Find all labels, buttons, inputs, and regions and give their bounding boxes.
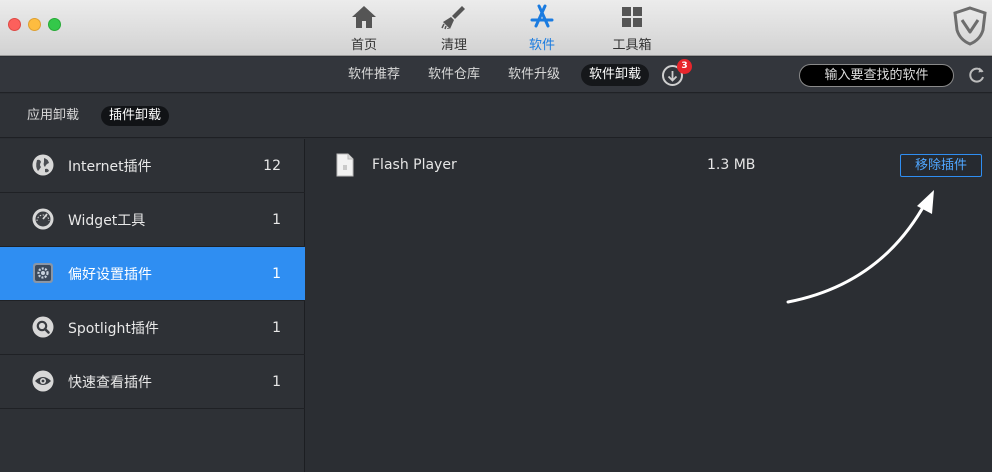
sidebar-item-count: 1 bbox=[272, 373, 281, 390]
sidebar-item-label: Spotlight插件 bbox=[68, 320, 159, 337]
sidebar-item-quicklook-plugins[interactable]: 快速查看插件 1 bbox=[0, 355, 305, 409]
plugin-category-sidebar: Internet插件 12 Widget工具 1 偏好设置插件 1 Spotli… bbox=[0, 139, 305, 472]
refresh-icon[interactable] bbox=[967, 65, 987, 85]
remove-plugin-button[interactable]: 移除插件 bbox=[900, 154, 982, 177]
download-count-badge: 3 bbox=[677, 59, 692, 74]
software-toolbar: 软件推荐 软件仓库 软件升级 软件卸载 3 输入要查找的软件 bbox=[0, 57, 992, 93]
plugin-size: 1.3 MB bbox=[707, 157, 756, 173]
sidebar-item-internet-plugins[interactable]: Internet插件 12 bbox=[0, 139, 305, 193]
app-store-icon bbox=[530, 4, 554, 28]
nav-tab-software[interactable]: 软件 bbox=[512, 4, 572, 54]
shield-logo-icon bbox=[953, 6, 987, 46]
dashboard-gauge-icon bbox=[32, 208, 54, 230]
nav-tab-clean-label: 清理 bbox=[440, 38, 467, 53]
subtab-repository[interactable]: 软件仓库 bbox=[420, 64, 488, 86]
toolbox-icon bbox=[622, 7, 642, 27]
sidebar-item-widget-tools[interactable]: Widget工具 1 bbox=[0, 193, 305, 247]
globe-icon bbox=[32, 154, 54, 176]
tab-app-uninstall[interactable]: 应用卸载 bbox=[19, 106, 87, 126]
nav-tab-home[interactable]: 首页 bbox=[334, 4, 394, 54]
eye-icon bbox=[32, 370, 54, 392]
sidebar-item-count: 1 bbox=[272, 211, 281, 228]
sidebar-item-preference-plugins[interactable]: 偏好设置插件 1 bbox=[0, 247, 305, 301]
search-input[interactable]: 输入要查找的软件 bbox=[799, 64, 954, 87]
category-bar: 应用卸载 插件卸载 bbox=[0, 94, 992, 138]
preferences-gear-icon bbox=[33, 263, 53, 283]
plugin-list: Flash Player 1.3 MB 移除插件 bbox=[306, 139, 992, 472]
subtab-upgrade[interactable]: 软件升级 bbox=[500, 64, 568, 86]
broom-icon bbox=[441, 6, 465, 30]
close-window-button[interactable] bbox=[8, 18, 21, 31]
sidebar-item-spotlight-plugins[interactable]: Spotlight插件 1 bbox=[0, 301, 305, 355]
nav-tab-home-label: 首页 bbox=[350, 38, 377, 53]
magnifier-icon bbox=[32, 316, 54, 338]
sidebar-item-count: 12 bbox=[263, 157, 281, 174]
sidebar-item-label: 偏好设置插件 bbox=[68, 266, 152, 283]
document-file-icon bbox=[336, 153, 354, 177]
title-bar: 首页 清理 软件 工具箱 bbox=[0, 0, 992, 56]
sidebar-item-label: Widget工具 bbox=[68, 212, 146, 229]
nav-tab-clean[interactable]: 清理 bbox=[424, 4, 484, 54]
sidebar-item-count: 1 bbox=[272, 265, 281, 282]
zoom-window-button[interactable] bbox=[48, 18, 61, 31]
subtab-recommend[interactable]: 软件推荐 bbox=[340, 64, 408, 86]
subtab-uninstall[interactable]: 软件卸载 bbox=[581, 64, 650, 86]
sidebar-item-count: 1 bbox=[272, 319, 281, 336]
sidebar-item-label: Internet插件 bbox=[68, 158, 152, 175]
home-icon bbox=[352, 6, 376, 28]
plugin-name: Flash Player bbox=[372, 157, 457, 173]
nav-tab-software-label: 软件 bbox=[528, 38, 555, 53]
tab-plugin-uninstall[interactable]: 插件卸载 bbox=[101, 106, 170, 126]
download-arrow-icon bbox=[667, 70, 678, 82]
nav-tab-toolbox-label: 工具箱 bbox=[612, 38, 652, 53]
curved-arrow-annotation bbox=[786, 190, 934, 304]
minimize-window-button[interactable] bbox=[28, 18, 41, 31]
sidebar-item-label: 快速查看插件 bbox=[68, 374, 152, 391]
nav-tab-toolbox[interactable]: 工具箱 bbox=[602, 4, 662, 54]
